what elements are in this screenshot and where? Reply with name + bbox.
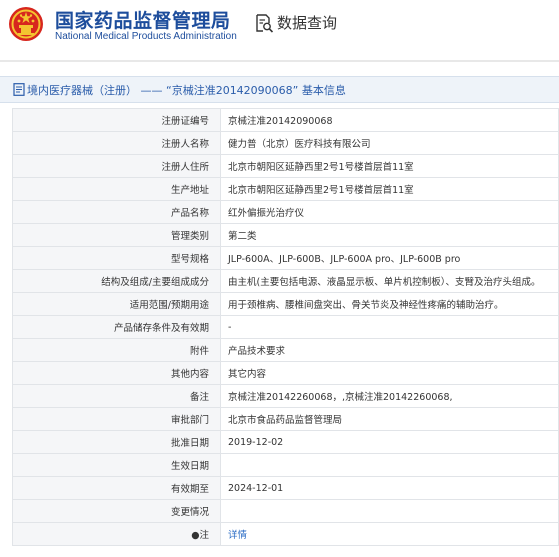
field-label: 审批部门 <box>12 407 221 431</box>
field-label: 注册人住所 <box>12 154 221 178</box>
detail-row: 结构及组成/主要组成成分 由主机(主要包括电源、液晶显示板、单片机控制板）、支臂及… <box>12 269 559 293</box>
field-label: 注册证编号 <box>12 108 221 132</box>
field-label: 有效期至 <box>12 476 221 500</box>
field-value <box>220 499 559 523</box>
field-value: 2019-12-02 <box>220 430 559 454</box>
panel-header: 境内医疗器械（注册） —— “京械注准20142090068” 基本信息 <box>0 76 559 103</box>
details-link[interactable]: 详情 <box>228 530 247 541</box>
detail-row: 批准日期 2019-12-02 <box>12 430 559 454</box>
search-document-icon[interactable] <box>254 13 274 33</box>
detail-row: 管理类别 第二类 <box>12 223 559 247</box>
field-label: 注册人名称 <box>12 131 221 155</box>
field-value: 北京市朝阳区延静西里2号1号楼首层首11室 <box>220 154 559 178</box>
detail-row: ●注 详情 <box>12 522 559 546</box>
field-value: 京械注准20142260068，,京械注准20142260068, <box>220 384 559 408</box>
field-value: 用于颈椎病、腰椎间盘突出、骨关节炎及神经性疼痛的辅助治疗。 <box>220 292 559 316</box>
detail-row: 产品储存条件及有效期 - <box>12 315 559 339</box>
data-query-link[interactable]: 数据查询 <box>277 12 337 33</box>
field-value: JLP-600A、JLP-600B、JLP-600A pro、JLP-600B … <box>220 246 559 270</box>
device-detail-table: 注册证编号 京械注准20142090068 注册人名称 健力普（北京）医疗科技有限公司… <box>12 108 559 546</box>
field-value-cell: 详情 <box>220 522 559 546</box>
detail-row: 附件 产品技术要求 <box>12 338 559 362</box>
panel-title: 境内医疗器械（注册） —— “京械注准20142090068” 基本信息 <box>27 84 346 97</box>
field-value: 由主机(主要包括电源、液晶显示板、单片机控制板）、支臂及治疗头组成。 <box>220 269 559 293</box>
detail-row: 注册人名称 健力普（北京）医疗科技有限公司 <box>12 131 559 155</box>
site-header: 国家药品监督管理局 National Medical Products Admi… <box>0 0 559 50</box>
detail-row: 型号规格 JLP-600A、JLP-600B、JLP-600A pro、JLP-6… <box>12 246 559 270</box>
national-emblem-icon <box>9 7 43 41</box>
field-label: 产品储存条件及有效期 <box>12 315 221 339</box>
field-label: 管理类别 <box>12 223 221 247</box>
field-value: 健力普（北京）医疗科技有限公司 <box>220 131 559 155</box>
field-value: 红外偏振光治疗仪 <box>220 200 559 224</box>
site-title: 国家药品监督管理局 <box>55 10 231 32</box>
detail-row: 产品名称 红外偏振光治疗仪 <box>12 200 559 224</box>
field-label: 备注 <box>12 384 221 408</box>
field-label: 附件 <box>12 338 221 362</box>
field-label: 其他内容 <box>12 361 221 385</box>
field-label: ●注 <box>12 522 221 546</box>
detail-row: 审批部门 北京市食品药品监督管理局 <box>12 407 559 431</box>
field-value: 北京市朝阳区延静西里2号1号楼首层首11室 <box>220 177 559 201</box>
field-label: 变更情况 <box>12 499 221 523</box>
field-label: 生效日期 <box>12 453 221 477</box>
detail-row: 有效期至 2024-12-01 <box>12 476 559 500</box>
field-label: 产品名称 <box>12 200 221 224</box>
detail-row: 注册人住所 北京市朝阳区延静西里2号1号楼首层首11室 <box>12 154 559 178</box>
field-value: - <box>220 315 559 339</box>
field-label: 批准日期 <box>12 430 221 454</box>
field-label: 型号规格 <box>12 246 221 270</box>
detail-row: 适用范围/预期用途 用于颈椎病、腰椎间盘突出、骨关节炎及神经性疼痛的辅助治疗。 <box>12 292 559 316</box>
field-value: 产品技术要求 <box>220 338 559 362</box>
field-label: 结构及组成/主要组成成分 <box>12 269 221 293</box>
detail-row: 注册证编号 京械注准20142090068 <box>12 108 559 132</box>
field-value: 2024-12-01 <box>220 476 559 500</box>
field-value <box>220 453 559 477</box>
document-icon <box>13 83 25 96</box>
detail-row: 其他内容 其它内容 <box>12 361 559 385</box>
detail-row: 变更情况 <box>12 499 559 523</box>
field-label: 生产地址 <box>12 177 221 201</box>
site-subtitle: National Medical Products Administration <box>55 31 237 42</box>
detail-row: 备注 京械注准20142260068，,京械注准20142260068, <box>12 384 559 408</box>
field-label: 适用范围/预期用途 <box>12 292 221 316</box>
detail-row: 生产地址 北京市朝阳区延静西里2号1号楼首层首11室 <box>12 177 559 201</box>
field-value: 京械注准20142090068 <box>220 108 559 132</box>
field-value: 北京市食品药品监督管理局 <box>220 407 559 431</box>
field-value: 其它内容 <box>220 361 559 385</box>
detail-row: 生效日期 <box>12 453 559 477</box>
field-value: 第二类 <box>220 223 559 247</box>
header-divider <box>0 60 559 62</box>
